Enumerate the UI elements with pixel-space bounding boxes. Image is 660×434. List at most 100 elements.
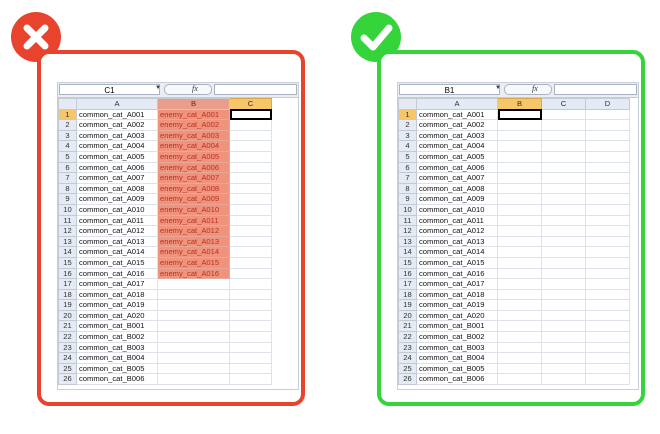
cell-c[interactable] bbox=[541, 256, 586, 269]
chevron-down-icon[interactable]: ▼ bbox=[155, 85, 161, 91]
cell-c[interactable] bbox=[541, 299, 586, 311]
cell-b[interactable] bbox=[497, 235, 542, 248]
cell-c[interactable] bbox=[229, 246, 272, 258]
cell-a[interactable]: common_cat_A002 bbox=[76, 119, 158, 131]
cell-c[interactable] bbox=[541, 225, 586, 237]
row-header[interactable]: 24 bbox=[58, 352, 77, 364]
row-header[interactable]: 25 bbox=[58, 362, 77, 375]
cell-a[interactable]: common_cat_B002 bbox=[416, 331, 498, 343]
cell-c[interactable] bbox=[541, 140, 586, 152]
cell-d[interactable] bbox=[585, 172, 630, 184]
row-header[interactable]: 10 bbox=[398, 203, 417, 216]
cell-b[interactable] bbox=[497, 108, 542, 121]
cell-c[interactable] bbox=[541, 362, 586, 375]
row-header[interactable]: 21 bbox=[58, 320, 77, 333]
chevron-down-icon[interactable]: ▼ bbox=[495, 85, 501, 91]
row-header[interactable]: 3 bbox=[58, 129, 77, 142]
row-header[interactable]: 7 bbox=[58, 172, 77, 184]
cell-a[interactable]: common_cat_A012 bbox=[416, 225, 498, 237]
cell-c[interactable] bbox=[229, 320, 272, 333]
cell-a[interactable]: common_cat_B006 bbox=[416, 373, 498, 386]
cell-b[interactable] bbox=[497, 193, 542, 205]
cell-d[interactable] bbox=[585, 225, 630, 237]
cell-a[interactable]: common_cat_A012 bbox=[76, 225, 158, 237]
cell-b[interactable] bbox=[157, 352, 230, 364]
cell-b[interactable] bbox=[497, 331, 542, 343]
cell-c[interactable] bbox=[541, 267, 586, 280]
cell-a[interactable]: common_cat_A017 bbox=[76, 278, 158, 290]
cell-d[interactable] bbox=[585, 309, 630, 322]
cell-d[interactable] bbox=[585, 119, 630, 131]
cell-d[interactable] bbox=[585, 140, 630, 152]
select-all-corner[interactable] bbox=[58, 98, 77, 110]
cell-a[interactable]: common_cat_A005 bbox=[76, 150, 158, 163]
cell-c[interactable] bbox=[541, 172, 586, 184]
cell-a[interactable]: common_cat_A009 bbox=[76, 193, 158, 205]
cell-c[interactable] bbox=[541, 373, 586, 386]
cell-c[interactable] bbox=[541, 119, 586, 131]
cell-a[interactable]: common_cat_A014 bbox=[416, 246, 498, 258]
cell-c[interactable] bbox=[541, 214, 586, 227]
cell-b[interactable] bbox=[497, 246, 542, 258]
row-header[interactable]: 4 bbox=[398, 140, 417, 152]
cell-b[interactable] bbox=[497, 129, 542, 142]
cell-d[interactable] bbox=[585, 352, 630, 364]
cell-d[interactable] bbox=[585, 161, 630, 174]
cell-b[interactable] bbox=[497, 373, 542, 386]
row-header[interactable]: 19 bbox=[398, 299, 417, 311]
cell-a[interactable]: common_cat_A001 bbox=[76, 108, 158, 121]
cell-b[interactable] bbox=[497, 352, 542, 364]
row-header[interactable]: 2 bbox=[398, 119, 417, 131]
cell-c[interactable] bbox=[229, 193, 272, 205]
cell-b[interactable] bbox=[157, 373, 230, 386]
cell-c[interactable] bbox=[229, 278, 272, 290]
cell-a[interactable]: common_cat_A006 bbox=[76, 161, 158, 174]
cell-b[interactable]: enemy_cat_A010 bbox=[157, 203, 230, 216]
row-header[interactable]: 13 bbox=[58, 235, 77, 248]
cell-b[interactable] bbox=[157, 288, 230, 301]
cell-b[interactable] bbox=[157, 341, 230, 354]
cell-a[interactable]: common_cat_B002 bbox=[76, 331, 158, 343]
cell-a[interactable]: common_cat_A004 bbox=[76, 140, 158, 152]
row-header[interactable]: 8 bbox=[58, 182, 77, 195]
row-header[interactable]: 5 bbox=[398, 150, 417, 163]
cell-d[interactable] bbox=[585, 129, 630, 142]
cell-a[interactable]: common_cat_B004 bbox=[76, 352, 158, 364]
cell-c[interactable] bbox=[541, 288, 586, 301]
row-header[interactable]: 10 bbox=[58, 203, 77, 216]
cell-b[interactable] bbox=[497, 161, 542, 174]
row-header[interactable]: 18 bbox=[398, 288, 417, 301]
cell-b[interactable] bbox=[157, 299, 230, 311]
column-header-a[interactable]: A bbox=[76, 98, 158, 110]
row-header[interactable]: 16 bbox=[58, 267, 77, 280]
cell-a[interactable]: common_cat_A010 bbox=[416, 203, 498, 216]
cell-a[interactable]: common_cat_A004 bbox=[416, 140, 498, 152]
column-header-b[interactable]: B bbox=[497, 98, 542, 110]
cell-d[interactable] bbox=[585, 299, 630, 311]
cell-c[interactable] bbox=[541, 320, 586, 333]
cell-a[interactable]: common_cat_A007 bbox=[76, 172, 158, 184]
cell-a[interactable]: common_cat_A001 bbox=[416, 108, 498, 121]
cell-a[interactable]: common_cat_A011 bbox=[76, 214, 158, 227]
cell-d[interactable] bbox=[585, 331, 630, 343]
cell-b[interactable] bbox=[497, 341, 542, 354]
row-header[interactable]: 9 bbox=[58, 193, 77, 205]
row-header[interactable]: 26 bbox=[398, 373, 417, 386]
cell-c[interactable] bbox=[229, 225, 272, 237]
row-header[interactable]: 6 bbox=[398, 161, 417, 174]
cell-c[interactable] bbox=[229, 203, 272, 216]
cell-a[interactable]: common_cat_A003 bbox=[76, 129, 158, 142]
fx-icon[interactable]: fx bbox=[532, 84, 538, 93]
cell-a[interactable]: common_cat_A020 bbox=[76, 309, 158, 322]
cell-c[interactable] bbox=[541, 161, 586, 174]
cell-a[interactable]: common_cat_B001 bbox=[416, 320, 498, 333]
cell-a[interactable]: common_cat_A011 bbox=[416, 214, 498, 227]
cell-b[interactable] bbox=[497, 150, 542, 163]
row-header[interactable]: 13 bbox=[398, 235, 417, 248]
cell-b[interactable]: enemy_cat_A005 bbox=[157, 150, 230, 163]
cell-b[interactable]: enemy_cat_A001 bbox=[157, 108, 230, 121]
cell-c[interactable] bbox=[229, 309, 272, 322]
row-header[interactable]: 12 bbox=[58, 225, 77, 237]
cell-d[interactable] bbox=[585, 341, 630, 354]
row-header[interactable]: 26 bbox=[58, 373, 77, 386]
